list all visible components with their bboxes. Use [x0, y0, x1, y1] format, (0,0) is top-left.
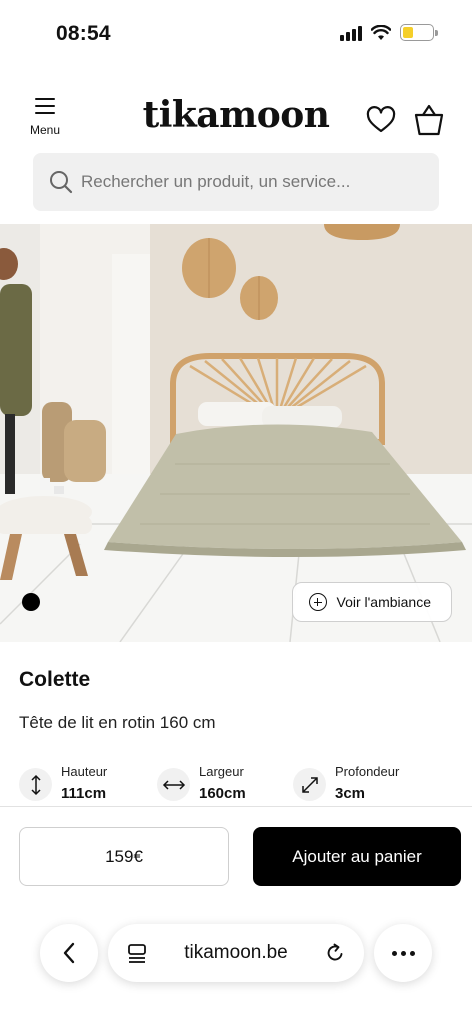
- vertical-arrow-icon: [19, 768, 52, 801]
- status-icons: [340, 24, 438, 41]
- dimension-depth: Profondeur 3cm: [293, 764, 433, 802]
- dimension-value: 160cm: [199, 785, 246, 802]
- diagonal-arrow-icon: [293, 768, 326, 801]
- heart-icon: [366, 106, 396, 133]
- battery-level: [403, 27, 413, 38]
- status-bar: 08:54: [0, 0, 472, 70]
- dimension-height: Hauteur 111cm: [19, 764, 145, 802]
- dimensions-list: Hauteur 111cm Largeur 160cm Profondeur 3…: [19, 764, 459, 802]
- tabs-icon[interactable]: [126, 942, 148, 964]
- plus-circle-icon: [308, 593, 327, 611]
- cart-button[interactable]: [414, 104, 444, 136]
- site-logo[interactable]: tikamoon: [0, 94, 472, 136]
- search-icon: [50, 171, 73, 194]
- address-bar[interactable]: tikamoon.be: [108, 924, 364, 982]
- search-placeholder: Rechercher un produit, un service...: [81, 172, 351, 191]
- site-header: Menu tikamoon: [0, 92, 472, 148]
- dimension-width: Largeur 160cm: [157, 764, 281, 802]
- dimension-label: Hauteur: [61, 764, 108, 779]
- see-ambiance-button[interactable]: Voir l'ambiance: [291, 582, 452, 622]
- divider: [0, 806, 472, 807]
- search-input[interactable]: Rechercher un produit, un service...: [33, 153, 439, 211]
- back-button[interactable]: [40, 924, 98, 982]
- dimension-label: Largeur: [199, 764, 244, 779]
- chevron-left-icon: [63, 942, 75, 964]
- wifi-icon: [371, 24, 391, 40]
- product-description: Tête de lit en rotin 160 cm: [19, 713, 216, 732]
- wishlist-button[interactable]: [366, 106, 396, 136]
- more-icon: [391, 950, 415, 956]
- price-display: 159€: [19, 827, 229, 886]
- see-ambiance-label: Voir l'ambiance: [336, 594, 432, 610]
- dimension-value: 3cm: [335, 785, 366, 802]
- carousel-dot-active[interactable]: [22, 593, 40, 611]
- add-to-cart-button[interactable]: Ajouter au panier: [253, 827, 461, 886]
- more-button[interactable]: [374, 924, 432, 982]
- product-hero-image[interactable]: Voir l'ambiance: [0, 224, 472, 642]
- signal-icon: [340, 25, 362, 41]
- dimension-label: Profondeur: [335, 764, 400, 779]
- bedroom-scene-image: [0, 224, 472, 642]
- shopping-bag-icon: [414, 104, 444, 136]
- reload-icon[interactable]: [324, 942, 346, 964]
- browser-toolbar: tikamoon.be: [40, 924, 432, 984]
- status-time: 08:54: [56, 22, 111, 45]
- battery-icon: [400, 24, 438, 41]
- dimension-value: 111cm: [61, 785, 107, 802]
- url-text: tikamoon.be: [184, 942, 288, 963]
- horizontal-arrow-icon: [157, 768, 190, 801]
- product-title: Colette: [19, 668, 91, 691]
